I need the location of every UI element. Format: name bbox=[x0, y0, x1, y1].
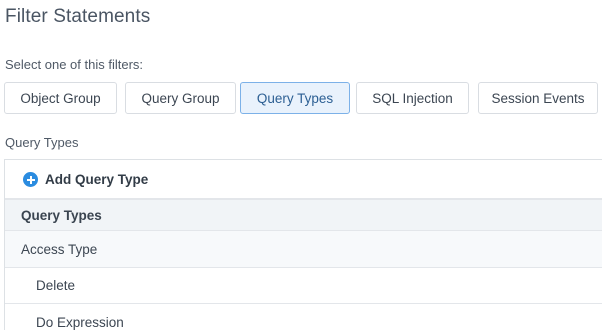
list-item-label: Do Expression bbox=[36, 314, 124, 330]
list-item-do-expression[interactable]: Do Expression bbox=[5, 304, 602, 330]
group-row-access-type[interactable]: Access Type bbox=[5, 231, 602, 268]
filter-sql-injection-button[interactable]: SQL Injection bbox=[356, 82, 469, 114]
filter-query-group-button[interactable]: Query Group bbox=[125, 82, 236, 114]
filter-query-types-button[interactable]: Query Types bbox=[240, 82, 350, 114]
table-header: Query Types bbox=[5, 199, 602, 231]
add-query-type-button[interactable]: Add Query Type bbox=[5, 160, 602, 199]
section-label: Query Types bbox=[5, 135, 79, 150]
table-header-label: Query Types bbox=[21, 207, 102, 223]
filter-statements-page: Filter Statements Select one of this fil… bbox=[0, 0, 602, 330]
list-item-delete[interactable]: Delete bbox=[5, 268, 602, 304]
filter-session-events-button[interactable]: Session Events bbox=[478, 82, 598, 114]
plus-circle-icon bbox=[23, 172, 38, 187]
add-query-type-label: Add Query Type bbox=[45, 172, 149, 187]
filters-prompt: Select one of this filters: bbox=[5, 57, 144, 72]
group-row-label: Access Type bbox=[21, 241, 98, 257]
query-types-panel: Add Query Type Query Types Access Type D… bbox=[4, 159, 602, 330]
page-title: Filter Statements bbox=[5, 6, 151, 27]
list-item-label: Delete bbox=[36, 278, 76, 293]
filter-object-group-button[interactable]: Object Group bbox=[4, 82, 117, 114]
